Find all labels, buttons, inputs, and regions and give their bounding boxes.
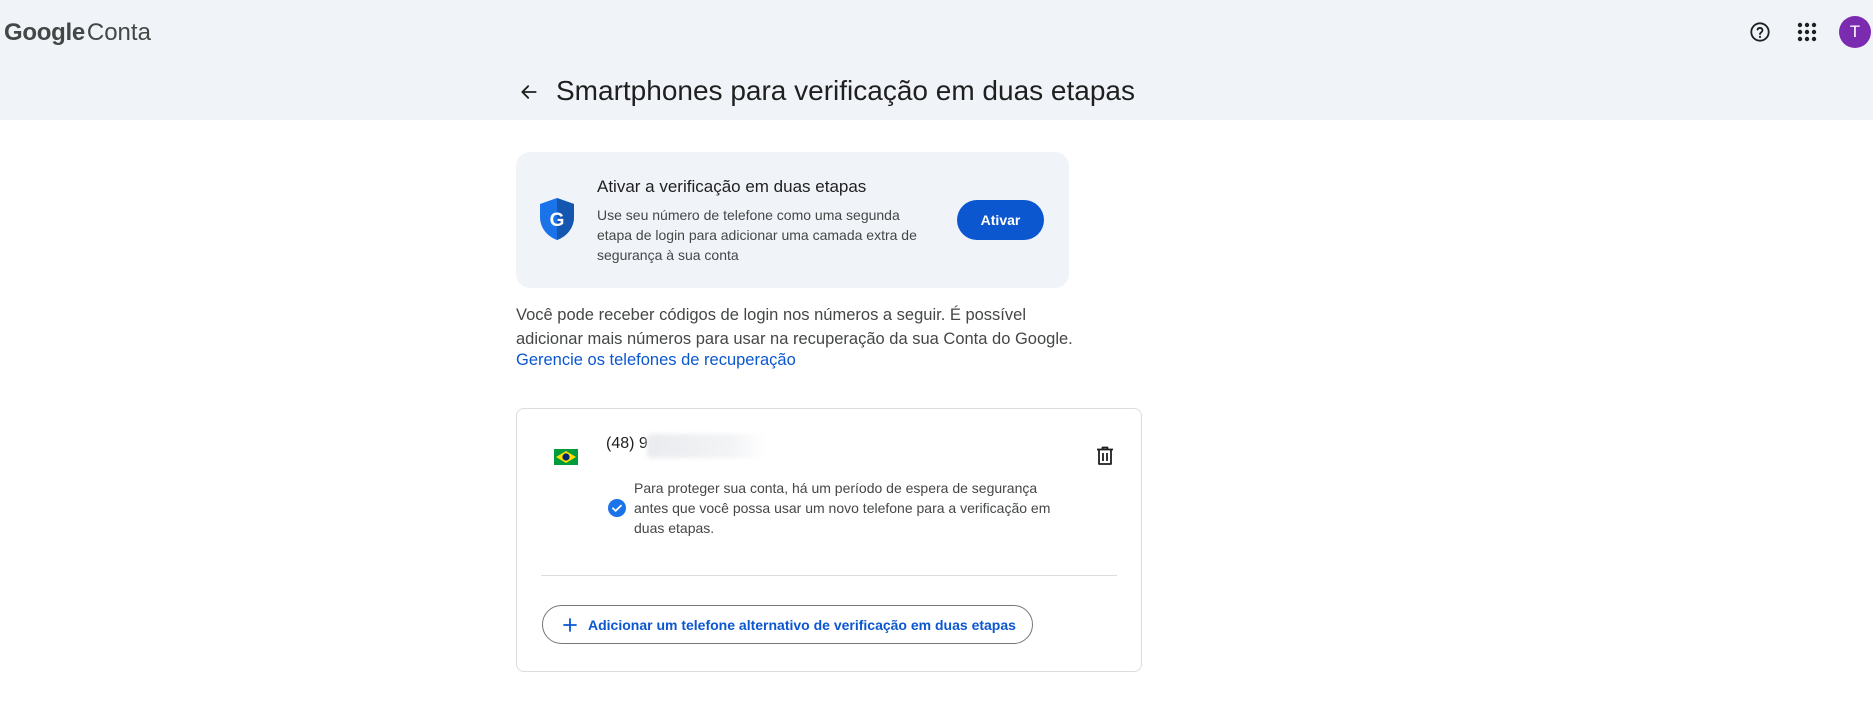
info-text: Você pode receber códigos de login nos n… (516, 306, 1073, 348)
phone-number: (48) 9 (606, 435, 648, 452)
top-header: GoogleConta T Smartphones para verificaç… (0, 0, 1873, 120)
google-account-logo[interactable]: GoogleConta (4, 19, 151, 47)
promo-description: Use seu número de telefone como uma segu… (597, 207, 917, 263)
help-icon[interactable] (1746, 18, 1774, 46)
google-shield-icon: G (538, 197, 576, 246)
redacted-phone-digits (647, 434, 767, 458)
svg-text:G: G (550, 210, 565, 231)
phone-card: (48) 9 Para proteger sua conta, há um pe… (516, 408, 1142, 672)
add-backup-phone-label: Adicionar um telefone alternativo de ver… (588, 616, 1016, 633)
check-circle-icon (608, 499, 626, 517)
add-backup-phone-button[interactable]: Adicionar um telefone alternativo de ver… (542, 605, 1033, 644)
logo-google-text: Google (4, 19, 85, 46)
plus-icon (561, 616, 579, 634)
apps-grid-icon[interactable] (1793, 18, 1821, 46)
brazil-flag-icon (554, 449, 578, 465)
delete-phone-icon[interactable] (1091, 442, 1119, 470)
logo-product-text: Conta (86, 19, 151, 46)
back-arrow-icon[interactable] (515, 78, 543, 106)
promo-title: Ativar a verificação em duas etapas (597, 177, 867, 196)
page-title: Smartphones para verificação em duas eta… (556, 75, 1135, 106)
activate-button[interactable]: Ativar (957, 200, 1044, 240)
account-avatar[interactable]: T (1839, 16, 1871, 48)
two-step-promo-card: G Ativar a verificação em duas etapas Us… (516, 152, 1069, 288)
manage-recovery-phones-link[interactable]: Gerencie os telefones de recuperação (516, 351, 796, 370)
card-divider (541, 575, 1117, 576)
security-wait-note: Para proteger sua conta, há um período d… (634, 480, 1051, 536)
